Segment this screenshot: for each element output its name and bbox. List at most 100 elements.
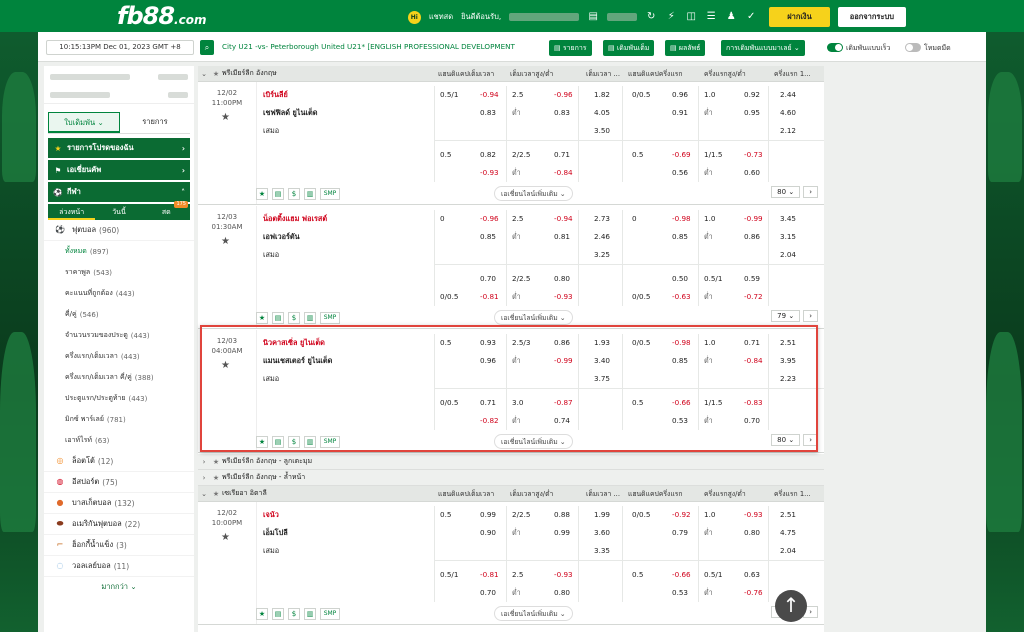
odds-value[interactable]: -0.93 (744, 510, 763, 519)
odds-value[interactable]: 3.40 (594, 356, 610, 365)
collapsed-league[interactable]: › ★ พรีเมียร์ลีก อังกฤษ - ลูกเตะมุม (198, 454, 824, 470)
odds-value[interactable]: 0.53 (672, 416, 688, 425)
odds-value[interactable]: 0.50 (672, 274, 688, 283)
odds-value[interactable]: 3.35 (594, 546, 610, 555)
stats-table-icon[interactable]: ▤ (272, 188, 284, 200)
away-team[interactable]: เอฟเวอร์ตัน (263, 232, 300, 243)
sports-bar[interactable]: ⚽ กีฬา ˄ (48, 182, 190, 202)
odds-value[interactable]: -0.66 (672, 398, 691, 407)
odds-value[interactable]: 0.85 (672, 232, 688, 241)
odds-value[interactable]: 0.71 (554, 150, 570, 159)
league-header[interactable]: ⌄ ★ เซเรียอา อิตาลี แฮนดิแคปเต็มเวลา เต็มเวล… (198, 486, 824, 502)
odds-value[interactable]: 0.81 (554, 232, 570, 241)
odds-value[interactable]: 0.80 (744, 528, 760, 537)
odds-value[interactable]: -0.81 (480, 292, 499, 301)
markets-count-select[interactable]: 79 ⌄ (771, 310, 801, 322)
smp-button[interactable]: SMP (320, 188, 340, 200)
odds-value[interactable]: 0.56 (672, 168, 688, 177)
odds-value[interactable]: -0.84 (554, 168, 573, 177)
odds-value[interactable]: -0.72 (744, 292, 763, 301)
home-team[interactable]: เบิร์นลีย์ (263, 90, 288, 101)
odds-value[interactable]: -0.76 (744, 588, 763, 597)
odds-value[interactable]: -0.96 (554, 90, 573, 99)
odds-value[interactable]: 2.73 (594, 214, 610, 223)
star-icon[interactable]: ★ (256, 608, 268, 620)
away-team[interactable]: เอ็มโปลี (263, 528, 288, 539)
odds-value[interactable]: 0.99 (554, 528, 570, 537)
odds-value[interactable]: -0.92 (672, 510, 691, 519)
more-asian-lines-button[interactable]: เอเชี่ยนไลน์เพิ่มเติม ⌄ (494, 310, 573, 325)
smp-button[interactable]: SMP (320, 436, 340, 448)
away-team[interactable]: แมนเชสเตอร์ ยูไนเต็ด (263, 356, 332, 367)
odds-value[interactable]: 1.99 (594, 510, 610, 519)
odds-value[interactable]: -0.93 (480, 168, 499, 177)
odds-value[interactable]: 2.23 (780, 374, 796, 383)
logout-button[interactable]: ออกจากระบบ (837, 7, 906, 27)
odds-value[interactable]: -0.84 (744, 356, 763, 365)
subtab-today[interactable]: วันนี้ (95, 204, 142, 220)
football-subitem[interactable]: คี่/คู่ (546) (44, 304, 194, 325)
smp-button[interactable]: SMP (320, 608, 340, 620)
deposit-button[interactable]: ฝากเงิน (769, 7, 830, 27)
sport-item[interactable]: ◌ วอลเลย์บอล (11) (44, 556, 194, 577)
scroll-top-button[interactable]: ↑ (775, 590, 807, 622)
football-subitem[interactable]: เอาท์ไรท์ (63) (44, 430, 194, 451)
odds-value[interactable]: -0.99 (744, 214, 763, 223)
sport-item[interactable]: ● บาสเก็ตบอล (132) (44, 493, 194, 514)
league-header[interactable]: ⌄ ★ พรีเมียร์ลีก อังกฤษ แฮนดิแคปเต็มเวลา เต็… (198, 66, 824, 82)
odds-value[interactable]: -0.93 (554, 570, 573, 579)
odds-value[interactable]: 2.04 (780, 250, 796, 259)
bar-chart-icon[interactable]: ▥ (304, 436, 316, 448)
site-logo[interactable]: fb88.com (117, 2, 206, 30)
chevron-right-icon[interactable]: › (198, 458, 210, 466)
odds-type-dropdown[interactable]: การเดิมพันแบบมาเลย์ ⌄ (721, 40, 805, 56)
odds-value[interactable]: 0.79 (672, 528, 688, 537)
odds-value[interactable]: 3.95 (780, 356, 796, 365)
asian-cup-bar[interactable]: ⚑ เอเชี่ยนคัพ › (48, 160, 190, 180)
odds-value[interactable]: 2.46 (594, 232, 610, 241)
more-sports-button[interactable]: มากกว่า ⌄ (44, 577, 194, 597)
odds-value[interactable]: 2.51 (780, 338, 796, 347)
odds-value[interactable]: -0.81 (480, 570, 499, 579)
dollar-icon[interactable]: $ (288, 312, 300, 324)
chevron-right-icon[interactable]: › (198, 474, 210, 482)
odds-value[interactable]: -0.93 (554, 292, 573, 301)
transfer-icon[interactable]: ⚡ (665, 11, 677, 23)
odds-value[interactable]: 2.51 (780, 510, 796, 519)
odds-value[interactable]: -0.82 (480, 416, 499, 425)
football-subitem[interactable]: มิกซ์ พาร์เลย์ (781) (44, 409, 194, 430)
news-ticker[interactable]: City U21 -vs- Peterborough United U21* [… (222, 42, 542, 54)
statement-icon[interactable]: ☰ (705, 11, 717, 23)
odds-value[interactable]: -0.96 (480, 214, 499, 223)
odds-value[interactable]: 0.96 (672, 90, 688, 99)
user-icon[interactable]: ♟ (725, 11, 737, 23)
football-subitem[interactable]: ครึ่งแรก/เต็มเวลา (443) (44, 346, 194, 367)
odds-value[interactable]: 0.82 (480, 150, 496, 159)
star-icon[interactable]: ★ (256, 188, 268, 200)
stats-table-icon[interactable]: ▤ (272, 608, 284, 620)
results-button[interactable]: ▤ ผลลัพธ์ (665, 40, 706, 56)
odds-value[interactable]: 0.59 (744, 274, 760, 283)
odds-value[interactable]: 0.85 (672, 356, 688, 365)
odds-value[interactable]: -0.73 (744, 150, 763, 159)
odds-value[interactable]: 0.99 (480, 510, 496, 519)
football-subitem[interactable]: จำนวนรวมของประตู (443) (44, 325, 194, 346)
football-subitem[interactable]: ราคาพูล (543) (44, 262, 194, 283)
odds-value[interactable]: 4.75 (780, 528, 796, 537)
odds-value[interactable]: 4.05 (594, 108, 610, 117)
odds-value[interactable]: 0.88 (554, 510, 570, 519)
dollar-icon[interactable]: $ (288, 608, 300, 620)
tab-list[interactable]: รายการ (120, 112, 190, 133)
chat-icon[interactable]: Hi (407, 10, 421, 24)
odds-value[interactable]: 0.70 (744, 416, 760, 425)
odds-value[interactable]: -0.99 (554, 356, 573, 365)
wallet-icon[interactable]: ▤ (587, 11, 599, 23)
odds-value[interactable]: 0.60 (744, 168, 760, 177)
chevron-down-icon[interactable]: ⌄ (198, 70, 210, 78)
sport-item[interactable]: ⬬ อเมริกันฟุตบอล (22) (44, 514, 194, 535)
markets-count-select[interactable]: 80 ⌄ (771, 434, 801, 446)
parlay-button[interactable]: ▤ เดิมพันเต็ม (603, 40, 655, 56)
odds-value[interactable]: 0.70 (480, 588, 496, 597)
odds-value[interactable]: -0.87 (554, 398, 573, 407)
promo-icon[interactable]: ◫ (685, 11, 697, 23)
